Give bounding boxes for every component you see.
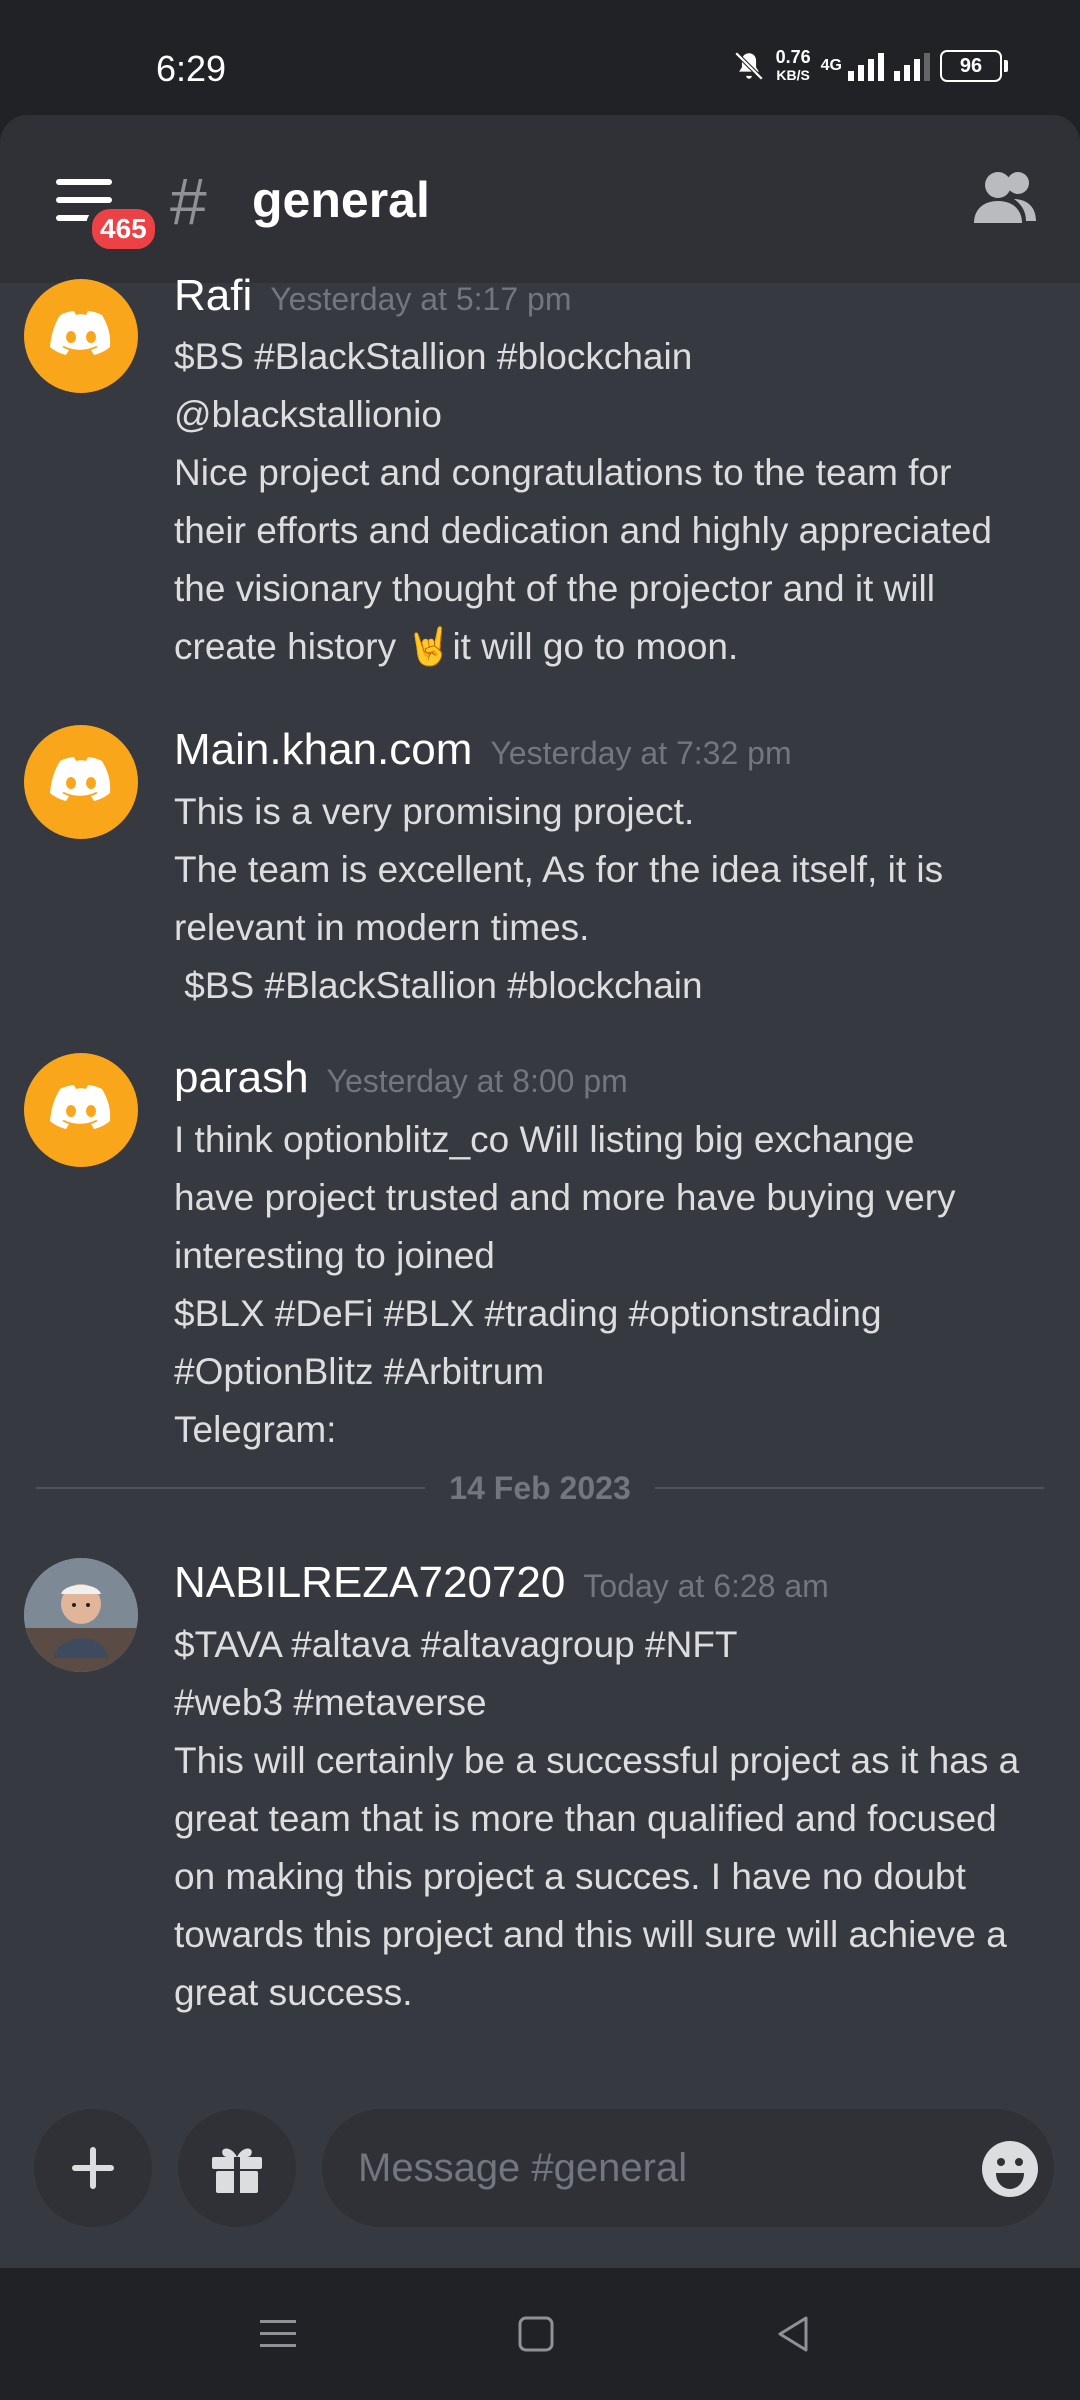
emoji-icon[interactable] bbox=[980, 2139, 1040, 2199]
message-list[interactable]: Rafi Yesterday at 5:17 pm $BS #BlackStal… bbox=[0, 271, 1080, 2203]
message-body: $TAVA #altava #altavagroup #NFT #web3 #m… bbox=[174, 1616, 1064, 2022]
message-line: Telegram: bbox=[174, 1409, 337, 1450]
avatar[interactable] bbox=[24, 1053, 138, 1167]
mute-bell-icon bbox=[734, 51, 763, 81]
avatar[interactable] bbox=[24, 279, 138, 393]
status-icons: 0.76 KB/S 4G 96 bbox=[732, 48, 1008, 84]
message-body: $BS #BlackStallion #blockchain @blacksta… bbox=[174, 328, 1064, 676]
message-line: towards this project and this will sure … bbox=[174, 1914, 1007, 1955]
message-line: their efforts and dedication and highly … bbox=[174, 510, 992, 551]
message-line: #web3 #metaverse bbox=[174, 1682, 487, 1723]
message-author[interactable]: Rafi bbox=[174, 271, 252, 321]
message-line: I think optionblitz_co Will listing big … bbox=[174, 1119, 915, 1160]
discord-logo-icon bbox=[50, 1085, 111, 1129]
message-line: The team is excellent, As for the idea i… bbox=[174, 849, 944, 890]
system-nav-bar bbox=[0, 2268, 1080, 2400]
message-line: on making this project a succes. I have … bbox=[174, 1856, 966, 1897]
message-line: great success. bbox=[174, 1972, 413, 2013]
signal-icon-sim2 bbox=[894, 51, 930, 81]
net-speed-value: 0.76 bbox=[775, 47, 811, 67]
channel-header: 465 # general bbox=[0, 115, 1080, 283]
home-icon[interactable] bbox=[514, 2312, 558, 2356]
message-line: $BS #BlackStallion #blockchain bbox=[174, 965, 703, 1006]
gift-button[interactable] bbox=[178, 2109, 296, 2227]
date-divider-label: 14 Feb 2023 bbox=[449, 1469, 631, 1506]
message-author[interactable]: NABILREZA720720 bbox=[174, 1558, 565, 1608]
message-line: have project trusted and more have buyin… bbox=[174, 1177, 956, 1218]
message-timestamp: Yesterday at 5:17 pm bbox=[270, 281, 572, 317]
message-line: great team that is more than qualified a… bbox=[174, 1798, 997, 1839]
message-line: This will certainly be a successful proj… bbox=[174, 1740, 1020, 1781]
message-line: This is a very promising project. bbox=[174, 791, 695, 832]
gift-icon bbox=[212, 2148, 262, 2193]
battery-level: 96 bbox=[959, 54, 983, 77]
add-attachment-button[interactable] bbox=[34, 2109, 152, 2227]
avatar-photo[interactable] bbox=[24, 1558, 138, 1672]
message-line: relevant in modern times. bbox=[174, 907, 590, 948]
recent-apps-icon[interactable] bbox=[256, 2312, 300, 2356]
app-window: 465 # general Rafi Yesterday at 5:17 pm bbox=[0, 115, 1080, 2268]
divider-line bbox=[654, 1487, 1045, 1489]
message-mention[interactable]: @blackstallionio bbox=[174, 386, 1064, 444]
message-composer bbox=[0, 2095, 1080, 2268]
channel-hash-icon: # bbox=[170, 164, 207, 238]
message-body: I think optionblitz_co Will listing big … bbox=[174, 1111, 1064, 1459]
battery-icon: 96 bbox=[940, 50, 1008, 82]
message-input[interactable] bbox=[322, 2109, 1054, 2227]
signal-icon-sim1 bbox=[848, 51, 884, 81]
message-line: interesting to joined bbox=[174, 1235, 495, 1276]
net-speed: 0.76 KB/S bbox=[776, 48, 811, 84]
avatar[interactable] bbox=[24, 725, 138, 839]
divider-line bbox=[36, 1487, 426, 1489]
message-timestamp: Yesterday at 8:00 pm bbox=[326, 1063, 628, 1099]
status-time: 6:29 bbox=[156, 48, 227, 89]
discord-logo-icon bbox=[50, 757, 111, 801]
message-line: $BLX #DeFi #BLX #trading #optionstrading bbox=[174, 1293, 882, 1334]
message-author[interactable]: Main.khan.com bbox=[174, 725, 472, 775]
discord-logo-icon bbox=[50, 311, 111, 355]
message-timestamp: Today at 6:28 am bbox=[583, 1568, 829, 1604]
back-icon[interactable] bbox=[772, 2312, 816, 2356]
message-timestamp: Yesterday at 7:32 pm bbox=[490, 735, 792, 771]
message-author[interactable]: parash bbox=[174, 1053, 309, 1103]
status-bar: 6:29 0.76 KB/S 4G 96 bbox=[0, 0, 1080, 115]
message-line: Nice project and congratulations to the … bbox=[174, 452, 952, 493]
date-divider: 14 Feb 2023 bbox=[36, 1468, 1045, 1508]
message-line: the visionary thought of the projector a… bbox=[174, 568, 935, 609]
plus-icon bbox=[72, 2147, 114, 2189]
child-photo-icon bbox=[24, 1558, 138, 1672]
unread-badge: 465 bbox=[86, 203, 161, 255]
message-line: #OptionBlitz #Arbitrum bbox=[174, 1351, 545, 1392]
members-icon[interactable] bbox=[970, 167, 1040, 231]
channel-title[interactable]: general bbox=[252, 171, 430, 229]
message-line: $BS #BlackStallion #blockchain bbox=[174, 336, 693, 377]
message-body: This is a very promising project. The te… bbox=[174, 783, 1064, 1015]
message-line: $TAVA #altava #altavagroup #NFT bbox=[174, 1624, 738, 1665]
message-line: create history 🤘it will go to moon. bbox=[174, 626, 739, 667]
network-type: 4G bbox=[820, 57, 842, 74]
net-speed-unit: KB/S bbox=[776, 67, 810, 83]
